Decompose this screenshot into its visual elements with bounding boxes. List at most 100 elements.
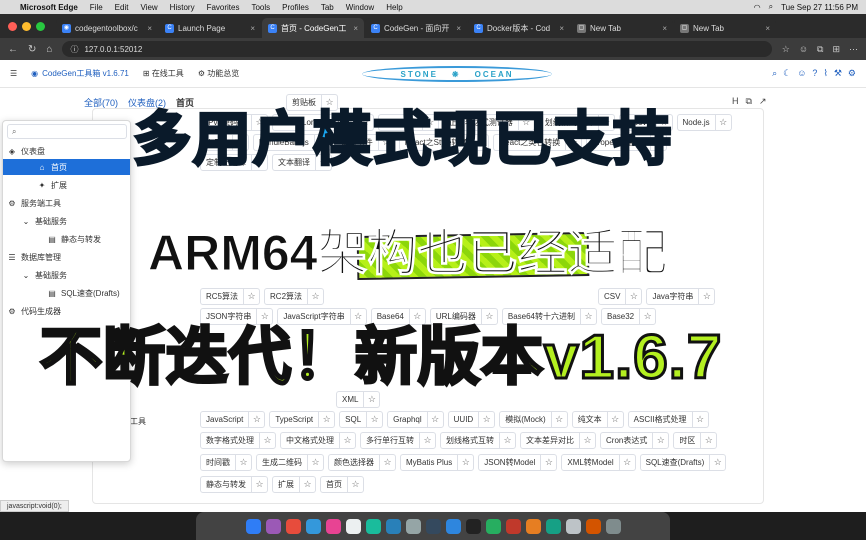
tool-chip[interactable]: 生成二维码 ☆ bbox=[256, 454, 324, 471]
star-icon[interactable]: ☆ bbox=[243, 289, 259, 304]
star-icon[interactable]: ☆ bbox=[235, 455, 251, 470]
favorite-icon[interactable]: ☆ bbox=[782, 44, 790, 55]
close-tab-icon[interactable]: × bbox=[456, 24, 461, 33]
sidebar-item-codegen[interactable]: ⚙ 代码生成器 bbox=[3, 303, 130, 319]
search-icon[interactable]: ⌕ bbox=[772, 68, 777, 79]
safari-icon[interactable] bbox=[305, 518, 321, 534]
app-name[interactable]: Microsoft Edge bbox=[20, 3, 78, 12]
star-icon[interactable]: ☆ bbox=[499, 433, 515, 448]
url-field[interactable]: ⓘ 127.0.0.1:52012 bbox=[62, 41, 772, 57]
star-icon[interactable]: ☆ bbox=[363, 392, 379, 407]
collections-icon[interactable]: ⊞ bbox=[832, 44, 840, 55]
tool-chip[interactable]: 纯文本 ☆ bbox=[571, 411, 624, 428]
tool-chip[interactable]: SQL ☆ bbox=[339, 411, 384, 428]
heading-icon[interactable]: H bbox=[732, 96, 739, 107]
terminal-icon[interactable] bbox=[425, 518, 441, 534]
star-icon[interactable]: ☆ bbox=[714, 115, 731, 130]
star-icon[interactable]: ☆ bbox=[618, 455, 635, 470]
external-link-icon[interactable]: ↗ bbox=[759, 96, 767, 107]
star-icon[interactable]: ☆ bbox=[259, 433, 275, 448]
tab-home[interactable]: C 首页 - CodeGen工 × bbox=[262, 18, 364, 38]
wechat-icon[interactable] bbox=[485, 518, 501, 534]
sidebar-item-extend[interactable]: ✦ 扩展 bbox=[3, 177, 130, 193]
tool-chip[interactable]: Java字符串 ☆ bbox=[646, 288, 716, 305]
music-icon[interactable] bbox=[325, 518, 341, 534]
star-icon[interactable]: ☆ bbox=[579, 433, 595, 448]
clock[interactable]: Tue Sep 27 11:56 PM bbox=[781, 3, 858, 12]
tab-codegentoolbox[interactable]: ◉ codegentoolbox/c × bbox=[56, 18, 158, 38]
tool-chip[interactable]: RC5算法 ☆ bbox=[200, 288, 261, 305]
menu-window[interactable]: Window bbox=[346, 3, 374, 12]
tool-chip[interactable]: 时区 ☆ bbox=[673, 432, 718, 449]
vscode-icon[interactable] bbox=[445, 518, 461, 534]
tab-launch-page[interactable]: C Launch Page × bbox=[159, 18, 261, 38]
star-icon[interactable]: ☆ bbox=[366, 412, 382, 427]
profile-icon[interactable]: ☺ bbox=[799, 44, 808, 55]
tool-chip[interactable]: 文本差异对比 ☆ bbox=[520, 432, 596, 449]
tool-chip[interactable]: CSV ☆ bbox=[598, 288, 643, 305]
tab-docker[interactable]: C Docker版本 - Cod × bbox=[468, 18, 570, 38]
menu-tools[interactable]: Tools bbox=[251, 3, 270, 12]
gear-icon[interactable]: ⚙ bbox=[848, 68, 856, 79]
app-icon[interactable] bbox=[565, 518, 581, 534]
menu-view[interactable]: View bbox=[140, 3, 157, 12]
launchpad-icon[interactable] bbox=[265, 518, 281, 534]
sidebar-item-dashboard[interactable]: ◈ 仪表盘 bbox=[3, 143, 130, 159]
calendar-icon[interactable] bbox=[345, 518, 361, 534]
tool-chip[interactable]: SQL速查(Drafts) ☆ bbox=[639, 454, 727, 471]
home-icon[interactable]: ⌂ bbox=[46, 44, 52, 55]
minimize-window-button[interactable] bbox=[22, 22, 31, 31]
tool-chip[interactable]: Cron表达式 ☆ bbox=[600, 432, 670, 449]
sidebar-search-input[interactable]: ⌕ bbox=[7, 124, 127, 139]
user-icon[interactable]: ☺ bbox=[797, 68, 806, 79]
star-icon[interactable]: ☆ bbox=[700, 433, 716, 448]
settings-icon[interactable] bbox=[405, 518, 421, 534]
tool-chip[interactable]: 静态与转发 ☆ bbox=[200, 476, 268, 493]
app-icon[interactable] bbox=[505, 518, 521, 534]
tool-chip[interactable]: 划线格式互转 ☆ bbox=[440, 432, 516, 449]
star-icon[interactable]: ☆ bbox=[698, 289, 714, 304]
tool-chip[interactable]: 颜色选择器 ☆ bbox=[328, 454, 396, 471]
star-icon[interactable]: ☆ bbox=[248, 412, 264, 427]
tab-codegen[interactable]: C CodeGen - 面向开 × bbox=[365, 18, 467, 38]
back-icon[interactable]: ← bbox=[8, 44, 18, 55]
settings-icon[interactable]: ⋯ bbox=[849, 44, 858, 55]
copy-icon[interactable]: ⧉ bbox=[746, 96, 752, 107]
menu-tab[interactable]: Tab bbox=[321, 3, 334, 12]
zoom-window-button[interactable] bbox=[36, 22, 45, 31]
star-icon[interactable]: ☆ bbox=[307, 455, 323, 470]
menu-favorites[interactable]: Favorites bbox=[207, 3, 240, 12]
star-icon[interactable]: ☆ bbox=[299, 477, 315, 492]
tool-chip[interactable]: TypeScript ☆ bbox=[269, 411, 336, 428]
menu-file[interactable]: File bbox=[90, 3, 103, 12]
star-icon[interactable]: ☆ bbox=[457, 455, 473, 470]
tool-chip[interactable]: JSON转Model ☆ bbox=[478, 454, 558, 471]
tool-chip[interactable]: 时间戳 ☆ bbox=[200, 454, 252, 471]
sidebar-item-static-forward[interactable]: ▤ 静态与转发 bbox=[3, 231, 130, 247]
moon-icon[interactable]: ☾ bbox=[783, 68, 791, 79]
sidebar-item-home[interactable]: ⌂ 首页 bbox=[3, 159, 130, 175]
edge-icon[interactable] bbox=[545, 518, 561, 534]
menu-history[interactable]: History bbox=[170, 3, 195, 12]
wps-icon[interactable] bbox=[585, 518, 601, 534]
sidebar-item-basic-service-db[interactable]: ⌄ 基础服务 bbox=[3, 267, 130, 283]
tool-chip[interactable]: Node.js ☆ bbox=[676, 114, 732, 131]
star-icon[interactable]: ☆ bbox=[540, 455, 556, 470]
star-icon[interactable]: ☆ bbox=[691, 412, 708, 427]
tool-chip[interactable]: 数字格式处理 ☆ bbox=[200, 432, 276, 449]
extensions-icon[interactable]: ⧉ bbox=[817, 44, 823, 55]
menu-edit[interactable]: Edit bbox=[115, 3, 129, 12]
tool-chip[interactable]: 扩展 ☆ bbox=[272, 476, 316, 493]
close-tab-icon[interactable]: × bbox=[765, 24, 770, 33]
sidebar-item-sql-drafts[interactable]: ▤ SQL速查(Drafts) bbox=[3, 285, 130, 301]
sidebar-item-server-tools[interactable]: ⚙ 服务端工具 bbox=[3, 195, 130, 211]
close-tab-icon[interactable]: × bbox=[559, 24, 564, 33]
close-tab-icon[interactable]: × bbox=[662, 24, 667, 33]
star-icon[interactable]: ☆ bbox=[307, 289, 323, 304]
close-window-button[interactable] bbox=[8, 22, 17, 31]
tool-chip[interactable]: MyBatis Plus ☆ bbox=[400, 454, 475, 471]
appstore-icon[interactable] bbox=[385, 518, 401, 534]
tool-chip[interactable]: JavaScript ☆ bbox=[200, 411, 266, 428]
tab-new-1[interactable]: ▢ New Tab × bbox=[571, 18, 673, 38]
finder-icon[interactable] bbox=[245, 518, 261, 534]
